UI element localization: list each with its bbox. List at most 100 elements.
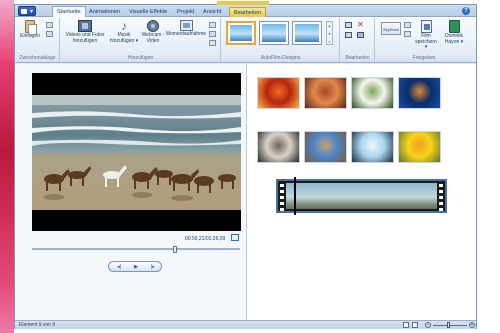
timecode-display: 00:59,21/01:26,09 [185, 236, 226, 242]
group-automovie-themes: ▴ ▾ ▿ AutoFilm-Designs [222, 18, 340, 62]
snapshot-button[interactable]: Momentaufnahme [165, 20, 207, 38]
webcam-icon [147, 20, 159, 32]
share-small-icon-1[interactable] [404, 22, 411, 28]
main-content: 00:59,21/01:26,09 ◂| ▶ |▸ [15, 64, 476, 320]
group-label-automovie: AutoFilm-Designs [222, 55, 339, 62]
tab-visuelle-effekte[interactable]: Visuelle Effekte [125, 7, 171, 17]
seek-bar[interactable] [32, 246, 240, 253]
add-music-label: Musik hinzufügen ▾ [109, 32, 139, 44]
automovie-theme-3[interactable] [292, 21, 322, 45]
next-frame-button[interactable]: |▸ [146, 263, 160, 271]
film-sprocket-hole [439, 196, 443, 199]
film-icon [78, 20, 92, 32]
webcam-video-button[interactable]: Webcam -Video [141, 20, 165, 44]
user-account-button[interactable]: Dominik Hayon ▾ [440, 20, 468, 45]
group-label-add: Hinzufügen [61, 55, 220, 62]
delete-icon[interactable]: ✕ [357, 21, 364, 29]
film-sprocket-hole [280, 190, 284, 193]
save-movie-button[interactable]: Film speichern ▾ [414, 20, 438, 51]
snapshot-icon [179, 20, 193, 31]
skydrive-label: SkyDrive [381, 22, 401, 35]
add-videos-photos-label: Videos und Fotos hinzufügen [65, 32, 105, 44]
copy-icon[interactable] [46, 31, 53, 37]
theme-1-preview [230, 25, 252, 41]
film-sprocket-hole [439, 208, 443, 211]
user-account-label: Dominik Hayon ▾ [444, 33, 464, 45]
tab-bearbeiten[interactable]: Bearbeiten [229, 7, 267, 17]
storyboard-view-icon[interactable] [403, 322, 409, 328]
storyboard-thumbnail-koala[interactable] [257, 131, 300, 163]
video-preview[interactable] [32, 73, 241, 231]
desktop-wallpaper-strip [0, 0, 14, 333]
status-item-count: Element 9 von 9 [19, 322, 56, 328]
save-movie-icon [420, 20, 432, 33]
play-button[interactable]: ▶ [129, 263, 143, 271]
paste-button[interactable]: Einfügen [19, 20, 41, 40]
select-all-icon[interactable] [357, 32, 364, 38]
storyboard-thumbnail-tulips[interactable] [398, 131, 441, 163]
video-frame-horses-beach [32, 95, 241, 210]
add-videos-photos-button[interactable]: Videos und Fotos hinzufügen [63, 20, 107, 44]
caption-icon[interactable] [209, 31, 216, 37]
application-menu-button[interactable]: ▾ [18, 6, 36, 16]
storyboard-thumbnail-chrysanthemum[interactable] [257, 77, 300, 109]
paste-icon [25, 20, 37, 35]
music-note-icon: ♪ [121, 19, 127, 33]
user-account-icon [448, 20, 460, 33]
group-share: SkyDrive Film speichern ▾ Dominik Hayon … [376, 18, 472, 62]
zoom-out-button[interactable]: − [425, 322, 431, 328]
film-sprocket-hole [280, 208, 284, 211]
storyboard-thumbnail-lighthouse[interactable] [304, 131, 347, 163]
timeline-view-icon[interactable] [412, 322, 418, 328]
status-bar: Element 9 von 9 − + [15, 320, 476, 329]
zoom-slider-thumb[interactable] [447, 322, 451, 328]
previous-frame-button[interactable]: ◂| [112, 263, 126, 271]
automovie-theme-1[interactable] [226, 21, 256, 45]
tab-projekt[interactable]: Projekt [173, 7, 198, 17]
group-edit: ✕ Bearbeiten [341, 18, 375, 62]
video-clip-strip[interactable] [276, 179, 447, 213]
ribbon: Einfügen Zwischenablage Videos und Fotos… [15, 17, 476, 63]
film-sprocket-hole [280, 196, 284, 199]
app-menu-arrow: ▾ [30, 9, 34, 15]
theme-gallery-scroll[interactable]: ▴ ▾ ▿ [326, 21, 333, 45]
movie-maker-window: ▾ Startseite Animationen Visuelle Effekt… [14, 1, 477, 329]
group-label-clipboard: Zwischenablage [16, 55, 59, 62]
playback-controls: ◂| ▶ |▸ [108, 261, 162, 272]
app-menu-icon [21, 9, 27, 14]
film-sprocket-hole [439, 202, 443, 205]
fullscreen-preview-icon[interactable] [231, 234, 239, 241]
credits-icon[interactable] [209, 40, 216, 46]
group-add: Videos und Fotos hinzufügen ♪ Musik hinz… [61, 18, 221, 62]
rotate-right-icon[interactable] [345, 32, 352, 38]
storyboard-thumbnail-jellyfish[interactable] [398, 77, 441, 109]
snapshot-label: Momentaufnahme [165, 31, 207, 37]
film-sprocket-hole [439, 184, 443, 187]
title-icon[interactable] [209, 22, 216, 28]
group-label-edit: Bearbeiten [341, 55, 374, 62]
contextual-tab-header [217, 1, 269, 5]
ribbon-tab-bar: ▾ Startseite Animationen Visuelle Effekt… [15, 1, 476, 18]
storyboard-thumbnail-hydrangeas[interactable] [351, 77, 394, 109]
preview-pane: 00:59,21/01:26,09 ◂| ▶ |▸ [15, 64, 247, 320]
share-small-icon-2[interactable] [404, 31, 411, 37]
cut-icon[interactable] [46, 22, 53, 28]
tab-animationen[interactable]: Animationen [85, 7, 124, 17]
tab-ansicht[interactable]: Ansicht [199, 7, 225, 17]
storyboard-thumbnail-penguins[interactable] [351, 131, 394, 163]
zoom-in-button[interactable]: + [469, 322, 475, 328]
automovie-theme-2[interactable] [259, 21, 289, 45]
theme-3-preview [295, 24, 319, 42]
group-clipboard: Einfügen Zwischenablage [16, 18, 60, 62]
skydrive-button[interactable]: SkyDrive [379, 22, 403, 36]
storyboard-playhead[interactable] [294, 177, 296, 215]
seek-bar-thumb[interactable] [173, 246, 178, 253]
storyboard-thumbnail-desert[interactable] [304, 77, 347, 109]
rotate-left-icon[interactable] [345, 22, 352, 28]
desktop-right-margin [478, 0, 500, 333]
save-movie-label: Film speichern ▾ [415, 33, 437, 50]
help-icon[interactable]: ? [462, 7, 470, 15]
film-sprocket-hole [280, 202, 284, 205]
film-sprocket-hole [280, 184, 284, 187]
add-music-button[interactable]: ♪ Musik hinzufügen ▾ [109, 20, 139, 44]
